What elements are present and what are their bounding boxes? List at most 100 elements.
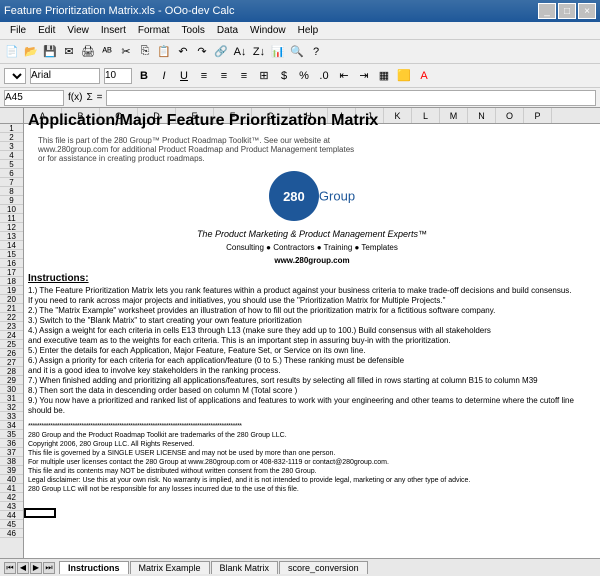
row-header[interactable]: 2 [0, 133, 23, 142]
tab-matrix-example[interactable]: Matrix Example [130, 561, 210, 574]
currency-icon[interactable]: $ [276, 68, 292, 84]
tab-blank-matrix[interactable]: Blank Matrix [211, 561, 279, 574]
paste-icon[interactable]: 📋 [156, 44, 172, 60]
row-header[interactable]: 32 [0, 403, 23, 412]
row-header[interactable]: 6 [0, 169, 23, 178]
fx-icon[interactable]: f(x) [68, 92, 82, 103]
tab-first-icon[interactable]: ⏮ [4, 562, 16, 574]
equals-icon[interactable]: = [97, 92, 103, 103]
name-box[interactable] [4, 90, 64, 106]
undo-icon[interactable]: ↶ [175, 44, 191, 60]
row-header[interactable]: 10 [0, 205, 23, 214]
row-header[interactable]: 46 [0, 529, 23, 538]
row-header[interactable]: 17 [0, 268, 23, 277]
maximize-button[interactable]: □ [558, 3, 576, 19]
row-header[interactable]: 16 [0, 259, 23, 268]
row-header[interactable]: 31 [0, 394, 23, 403]
merge-cells-icon[interactable]: ⊞ [256, 68, 272, 84]
row-header[interactable]: 1 [0, 124, 23, 133]
hyperlink-icon[interactable]: 🔗 [213, 44, 229, 60]
row-header[interactable]: 33 [0, 412, 23, 421]
menu-insert[interactable]: Insert [95, 25, 132, 36]
row-header[interactable]: 24 [0, 331, 23, 340]
tab-instructions[interactable]: Instructions [59, 561, 129, 574]
row-header[interactable]: 5 [0, 160, 23, 169]
spellcheck-icon[interactable]: ᴬᴮ [99, 44, 115, 60]
sort-asc-icon[interactable]: A↓ [232, 44, 248, 60]
row-header[interactable]: 9 [0, 196, 23, 205]
menu-file[interactable]: File [4, 25, 32, 36]
row-header[interactable]: 40 [0, 475, 23, 484]
borders-icon[interactable]: ▦ [376, 68, 392, 84]
row-header[interactable]: 18 [0, 277, 23, 286]
style-select[interactable] [4, 68, 26, 84]
menu-format[interactable]: Format [132, 25, 176, 36]
cut-icon[interactable]: ✂ [118, 44, 134, 60]
percent-icon[interactable]: % [296, 68, 312, 84]
font-size-input[interactable] [104, 68, 132, 84]
redo-icon[interactable]: ↷ [194, 44, 210, 60]
row-header[interactable]: 43 [0, 502, 23, 511]
row-header[interactable]: 21 [0, 304, 23, 313]
row-header[interactable]: 20 [0, 295, 23, 304]
font-name-input[interactable] [30, 68, 100, 84]
row-header[interactable]: 27 [0, 358, 23, 367]
copy-icon[interactable]: ⎘ [137, 44, 153, 60]
row-header[interactable]: 22 [0, 313, 23, 322]
print-icon[interactable]: 🖨 [80, 44, 96, 60]
sheet-content[interactable]: Application/Major Feature Prioritization… [24, 108, 600, 496]
row-header[interactable]: 14 [0, 241, 23, 250]
cell-selection[interactable] [24, 508, 56, 518]
underline-icon[interactable]: U [176, 68, 192, 84]
row-header[interactable]: 26 [0, 349, 23, 358]
row-header[interactable]: 35 [0, 430, 23, 439]
row-header[interactable]: 8 [0, 187, 23, 196]
row-header[interactable]: 29 [0, 376, 23, 385]
tab-last-icon[interactable]: ⏭ [43, 562, 55, 574]
tab-score-conversion[interactable]: score_conversion [279, 561, 368, 574]
menu-edit[interactable]: Edit [32, 25, 61, 36]
sort-desc-icon[interactable]: Z↓ [251, 44, 267, 60]
row-header[interactable]: 45 [0, 520, 23, 529]
menu-view[interactable]: View [61, 25, 95, 36]
row-header[interactable]: 25 [0, 340, 23, 349]
row-header[interactable]: 7 [0, 178, 23, 187]
menu-tools[interactable]: Tools [176, 25, 211, 36]
align-right-icon[interactable]: ≡ [236, 68, 252, 84]
align-left-icon[interactable]: ≡ [196, 68, 212, 84]
formula-input[interactable] [106, 90, 596, 106]
indent-inc-icon[interactable]: ⇥ [356, 68, 372, 84]
row-header[interactable]: 41 [0, 484, 23, 493]
chart-icon[interactable]: 📊 [270, 44, 286, 60]
tab-prev-icon[interactable]: ◀ [17, 562, 29, 574]
menu-data[interactable]: Data [211, 25, 244, 36]
new-icon[interactable]: 📄 [4, 44, 20, 60]
italic-icon[interactable]: I [156, 68, 172, 84]
row-header[interactable]: 3 [0, 142, 23, 151]
row-header[interactable]: 30 [0, 385, 23, 394]
fontcolor-icon[interactable]: A [416, 68, 432, 84]
row-header[interactable]: 34 [0, 421, 23, 430]
row-header[interactable]: 42 [0, 493, 23, 502]
row-header[interactable]: 23 [0, 322, 23, 331]
row-header[interactable]: 12 [0, 223, 23, 232]
save-icon[interactable]: 💾 [42, 44, 58, 60]
bold-icon[interactable]: B [136, 68, 152, 84]
row-header[interactable]: 38 [0, 457, 23, 466]
row-header[interactable]: 19 [0, 286, 23, 295]
row-header[interactable]: 11 [0, 214, 23, 223]
row-header[interactable]: 36 [0, 439, 23, 448]
help-icon[interactable]: ? [308, 44, 324, 60]
row-header[interactable]: 28 [0, 367, 23, 376]
menu-help[interactable]: Help [292, 25, 325, 36]
row-header[interactable]: 15 [0, 250, 23, 259]
mail-icon[interactable]: ✉ [61, 44, 77, 60]
indent-dec-icon[interactable]: ⇤ [336, 68, 352, 84]
decimal-icon[interactable]: .0 [316, 68, 332, 84]
row-header[interactable]: 37 [0, 448, 23, 457]
close-button[interactable]: × [578, 3, 596, 19]
tab-next-icon[interactable]: ▶ [30, 562, 42, 574]
open-icon[interactable]: 📂 [23, 44, 39, 60]
menu-window[interactable]: Window [244, 25, 292, 36]
minimize-button[interactable]: _ [538, 3, 556, 19]
